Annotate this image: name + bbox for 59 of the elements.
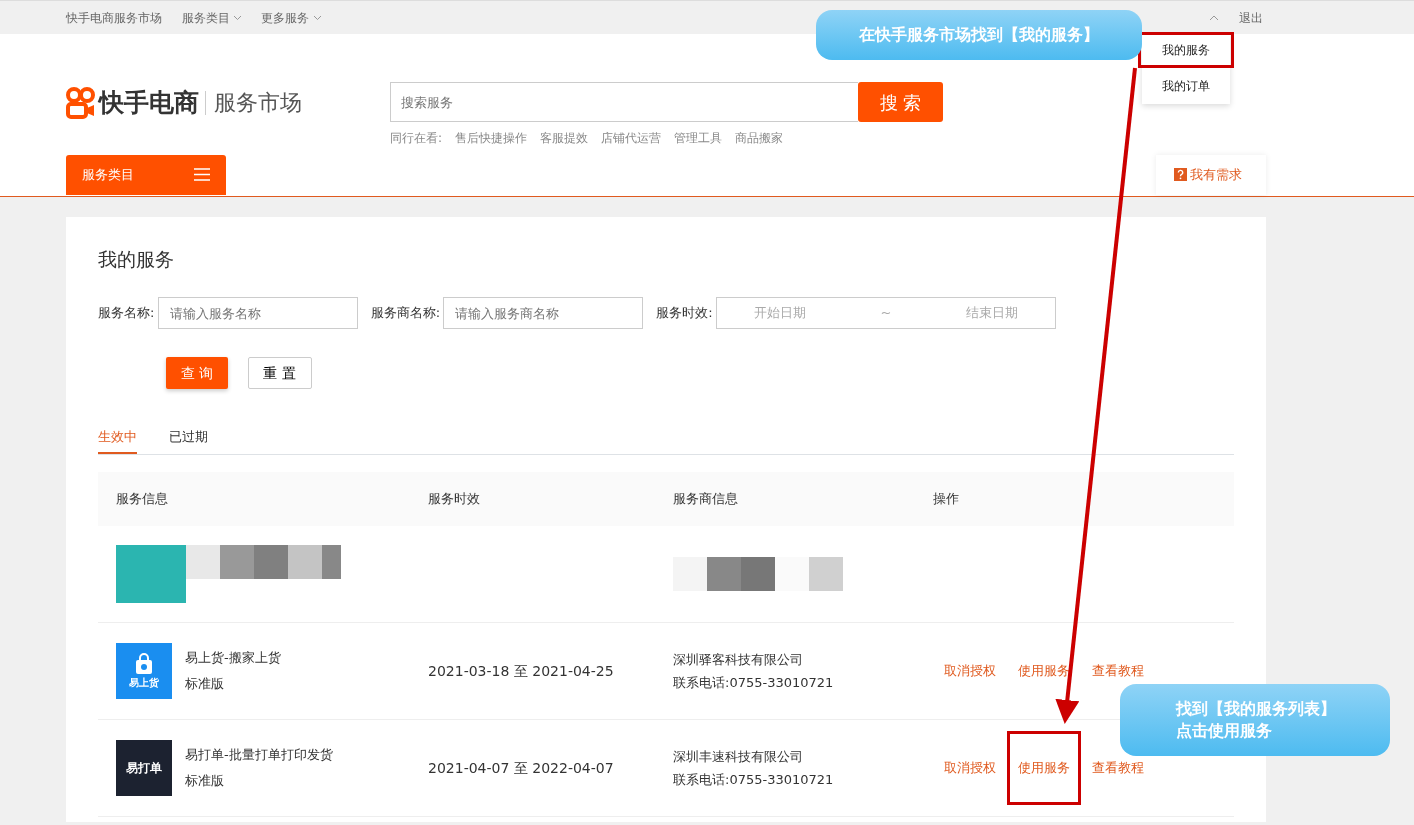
- service-edition: 标准版: [185, 772, 225, 791]
- action-link[interactable]: 取消授权: [944, 758, 996, 778]
- app-icon: 易上货: [116, 643, 172, 699]
- filter-label: 服务商名称:: [370, 304, 441, 323]
- service-name: 易上货-搬家上货: [185, 649, 281, 668]
- column-header: 服务信息: [116, 491, 168, 507]
- site-title: 服务市场: [205, 90, 303, 115]
- chevron-up-icon[interactable]: [1209, 14, 1220, 21]
- hot-search-link[interactable]: 售后快捷操作: [455, 128, 528, 147]
- hot-label: 同行在看:: [390, 129, 443, 147]
- top-nav-link[interactable]: 服务类目: [181, 8, 230, 27]
- service-period: 2021-04-07 至 2022-04-07: [428, 759, 614, 776]
- provider-name: 深圳驿客科技有限公司: [673, 650, 804, 669]
- menu-item[interactable]: 我的订单: [1142, 68, 1230, 104]
- hot-search-link[interactable]: 店铺代运营: [601, 128, 662, 147]
- question-icon: [1174, 168, 1187, 182]
- search-field[interactable]: 搜索服务: [390, 82, 858, 122]
- action-link[interactable]: 使用服务: [1007, 731, 1081, 805]
- column-header: 操作: [933, 491, 959, 507]
- text-field[interactable]: 请输入服务商名称: [443, 297, 644, 329]
- column-header: 服务时效: [428, 491, 480, 507]
- service-name: 易打单-批量打单打印发货: [185, 746, 333, 765]
- hot-search-link[interactable]: 管理工具: [674, 128, 723, 147]
- callout-text: 点击使用服务: [1176, 720, 1273, 742]
- action-link[interactable]: 取消授权: [944, 661, 996, 681]
- tab[interactable]: 已过期: [169, 420, 208, 454]
- logo-icon: [66, 86, 96, 119]
- chevron-down-icon: [312, 14, 322, 21]
- column-header: 服务商信息: [673, 491, 738, 507]
- query-button[interactable]: 查 询: [166, 357, 228, 389]
- service-edition: 标准版: [185, 675, 225, 694]
- service-period: 2021-03-18 至 2021-04-25: [428, 662, 614, 679]
- date-range-field[interactable]: 开始日期 ~ 结束日期: [715, 297, 1056, 329]
- action-link[interactable]: 查看教程: [1092, 661, 1144, 681]
- reset-button[interactable]: 重 置: [247, 357, 312, 389]
- provider-phone: 联系电话:0755-33010721: [673, 673, 835, 692]
- app-icon: 易打单: [116, 740, 172, 796]
- hot-search-link[interactable]: 商品搬家: [735, 128, 784, 147]
- callout-text: 在快手服务市场找到【我的服务】: [858, 24, 1100, 46]
- logout-link[interactable]: 退出: [1238, 8, 1263, 27]
- filter-label: 服务时效:: [656, 304, 713, 323]
- callout-text: 找到【我的服务列表】: [1176, 698, 1337, 720]
- page-title: 我的服务: [98, 246, 175, 272]
- hot-search-link[interactable]: 客服提效: [540, 128, 589, 147]
- category-button[interactable]: 服务类目: [66, 154, 226, 195]
- action-link[interactable]: 查看教程: [1092, 758, 1144, 778]
- action-link[interactable]: 使用服务: [1018, 661, 1070, 681]
- text-field[interactable]: 请输入服务名称: [157, 297, 358, 329]
- brand-name: 快手电商: [99, 87, 200, 119]
- need-link[interactable]: 我有需求: [1156, 155, 1266, 195]
- provider-name: 深圳丰速科技有限公司: [673, 747, 804, 766]
- menu-icon: [194, 168, 210, 181]
- top-nav-link[interactable]: 更多服务: [261, 8, 310, 27]
- provider-phone: 联系电话:0755-33010721: [673, 770, 835, 789]
- top-nav-link[interactable]: 快手电商服务市场: [66, 8, 162, 27]
- search-button[interactable]: 搜 索: [858, 82, 943, 122]
- chevron-down-icon: [232, 14, 242, 21]
- filter-label: 服务名称:: [98, 304, 155, 323]
- tab[interactable]: 生效中: [98, 420, 137, 454]
